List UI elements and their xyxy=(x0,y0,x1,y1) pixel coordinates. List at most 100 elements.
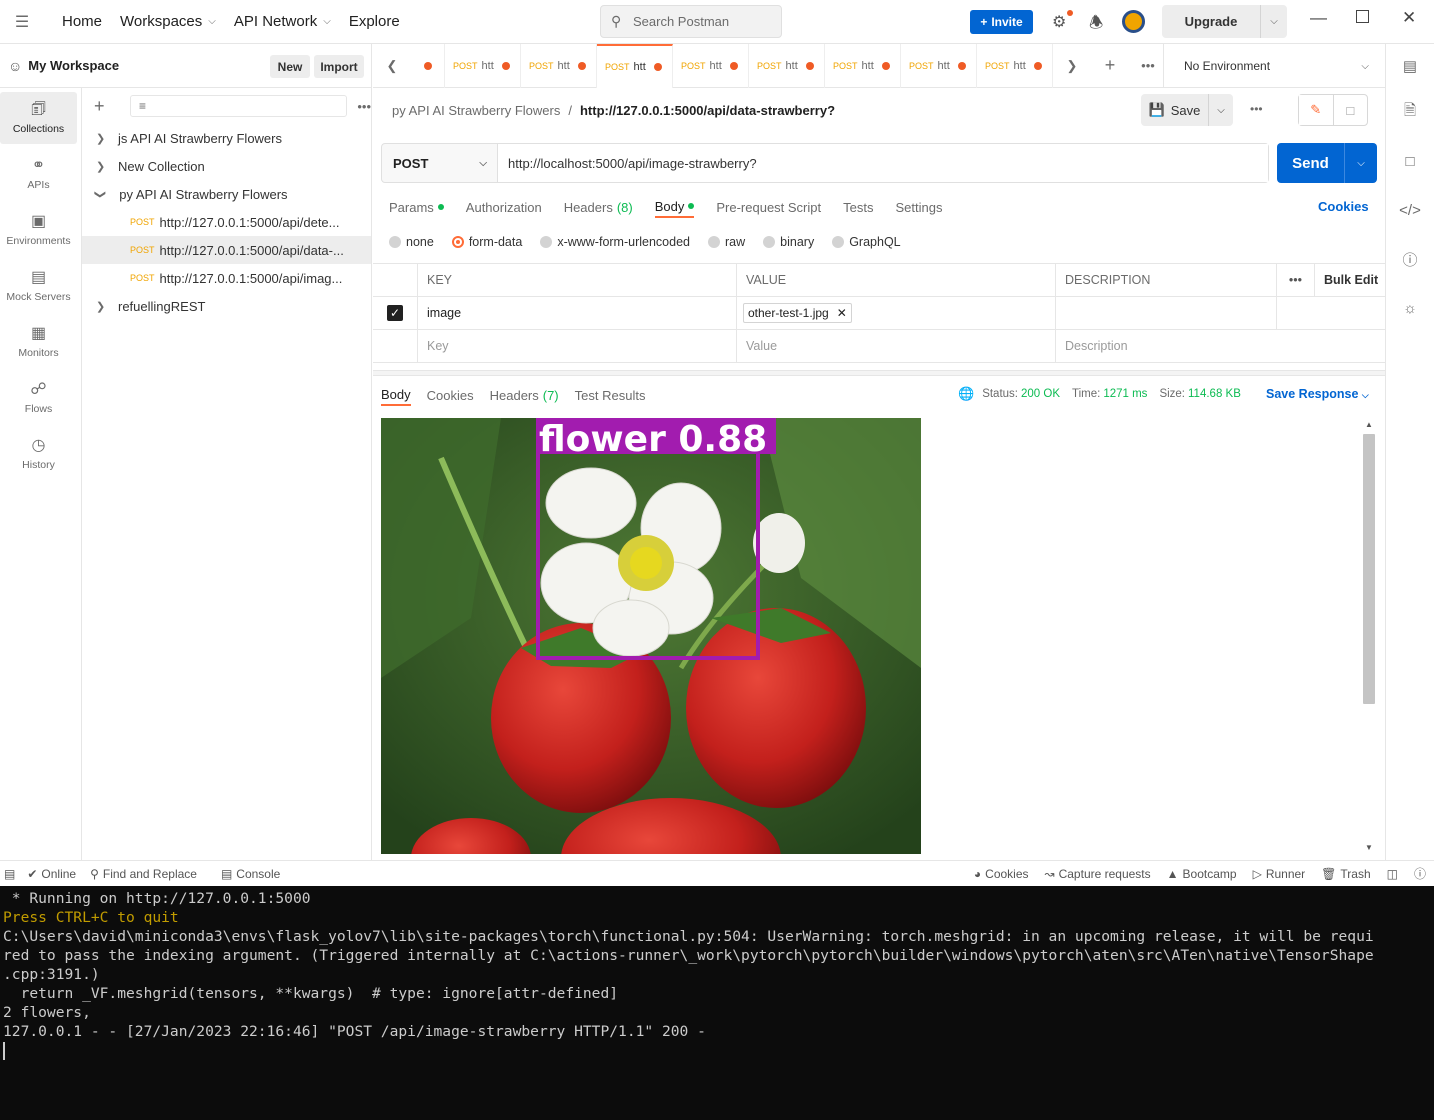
lightbulb-icon[interactable]: ☼ xyxy=(1386,284,1434,333)
request-item[interactable]: POST http://127.0.0.1:5000/api/dete... xyxy=(82,208,371,236)
radio-none[interactable]: none xyxy=(389,235,434,249)
code-icon[interactable]: </> xyxy=(1386,186,1434,235)
layout-icon[interactable]: ◫ xyxy=(1387,867,1398,881)
breadcrumb-request[interactable]: http://127.0.0.1:5000/api/data-strawberr… xyxy=(580,103,835,118)
url-input[interactable]: http://localhost:5000/api/image-strawber… xyxy=(498,144,1268,182)
pane-divider[interactable] xyxy=(373,370,1385,376)
sidebar-item-history[interactable]: ◷ History xyxy=(0,428,77,480)
cookies-link[interactable]: Cookies xyxy=(1318,199,1369,214)
sidebar-item-flows[interactable]: ☍ Flows xyxy=(0,372,77,424)
chevron-left-icon[interactable]: ❮ xyxy=(373,58,411,74)
chevron-right-icon[interactable]: ❯ xyxy=(1053,58,1091,74)
collection-item[interactable]: ❯ refuellingREST xyxy=(82,292,371,320)
tab-headers[interactable]: Headers (8) xyxy=(564,196,633,218)
workspace-name[interactable]: My Workspace xyxy=(28,58,119,73)
documentation-icon[interactable]: 🗎 xyxy=(1386,88,1434,137)
request-tab[interactable]: POST htt xyxy=(825,43,901,88)
collection-item[interactable]: ❯ js API AI Strawberry Flowers xyxy=(82,124,371,152)
avatar[interactable] xyxy=(1122,10,1145,33)
close-icon[interactable]: ✕ xyxy=(837,306,847,320)
response-tab-headers[interactable]: Headers (7) xyxy=(490,384,559,406)
filter-input[interactable]: ≡ xyxy=(129,95,348,117)
response-tab-cookies[interactable]: Cookies xyxy=(427,384,474,406)
capture-requests-button[interactable]: ↝ Capture requests xyxy=(1045,867,1151,881)
find-replace-button[interactable]: ⚲ Find and Replace xyxy=(90,867,197,881)
environment-quick-look-icon[interactable]: ▤ xyxy=(1386,44,1434,88)
request-item[interactable]: POST http://127.0.0.1:5000/api/imag... xyxy=(82,264,371,292)
help-icon[interactable]: ⓘ xyxy=(1414,865,1426,882)
scroll-down-icon[interactable]: ▼ xyxy=(1365,843,1373,852)
chevron-down-icon[interactable]: ⌵ xyxy=(1261,16,1287,27)
save-response-button[interactable]: Save Response ⌵ xyxy=(1266,387,1369,401)
request-tab[interactable]: POST htt xyxy=(977,43,1053,88)
console-button[interactable]: ▤ Console xyxy=(221,867,280,881)
tab-params[interactable]: Params xyxy=(389,196,444,218)
breadcrumb-collection[interactable]: py API AI Strawberry Flowers xyxy=(392,103,560,118)
more-icon[interactable]: ••• xyxy=(1250,102,1263,116)
maximize-icon[interactable] xyxy=(1356,10,1369,23)
runner-button[interactable]: ▷ Runner xyxy=(1253,867,1306,881)
bulk-edit-button[interactable]: Bulk Edit xyxy=(1315,264,1385,296)
edit-icon[interactable]: ✎ xyxy=(1299,95,1334,125)
upgrade-button[interactable]: Upgrade ⌵ xyxy=(1162,5,1287,38)
value-input[interactable]: Value xyxy=(737,330,1056,362)
terminal-window[interactable]: * Running on http://127.0.0.1:5000 Press … xyxy=(0,886,1434,1120)
request-tab[interactable]: POST htt xyxy=(445,43,521,88)
scroll-up-icon[interactable]: ▲ xyxy=(1365,420,1373,429)
new-button[interactable]: New xyxy=(270,55,310,78)
search-input[interactable]: ⚲ Search Postman xyxy=(600,5,782,38)
nav-home[interactable]: Home xyxy=(62,13,102,30)
nav-api-network[interactable]: API Network ⌵ xyxy=(234,13,331,30)
environment-select[interactable]: No Environment ⌵ xyxy=(1163,44,1385,88)
import-button[interactable]: Import xyxy=(314,55,364,78)
scrollbar-thumb[interactable] xyxy=(1363,434,1375,704)
description-input[interactable] xyxy=(1056,297,1277,329)
chevron-down-icon[interactable]: ⌵ xyxy=(1209,105,1233,116)
add-icon[interactable]: + xyxy=(94,96,118,117)
radio-graphql[interactable]: GraphQL xyxy=(832,235,901,249)
chevron-down-icon[interactable]: ⌵ xyxy=(1345,143,1377,183)
radio-binary[interactable]: binary xyxy=(763,235,814,249)
bell-icon[interactable]: 🕭 xyxy=(1089,12,1103,39)
trash-button[interactable]: 🗑 Trash xyxy=(1321,867,1370,881)
cookies-button[interactable]: ◕ Cookies xyxy=(974,867,1029,881)
nav-workspaces[interactable]: Workspaces ⌵ xyxy=(120,13,216,30)
request-tab-active[interactable]: POST htt xyxy=(597,43,673,88)
request-tab[interactable]: POST htt xyxy=(673,43,749,88)
tab-body[interactable]: Body xyxy=(654,196,695,218)
sidebar-toggle-icon[interactable]: ▤ xyxy=(4,867,15,881)
more-icon[interactable]: ••• xyxy=(357,99,371,114)
description-input[interactable]: Description xyxy=(1056,330,1385,362)
more-icon[interactable]: ••• xyxy=(1277,264,1315,296)
save-button[interactable]: 💾 Save ⌵ xyxy=(1141,94,1233,126)
close-icon[interactable]: ✕ xyxy=(1402,8,1416,28)
sidebar-item-collections[interactable]: 🗊 Collections xyxy=(0,92,77,144)
globe-icon[interactable]: 🌐 xyxy=(958,386,974,402)
more-tabs-icon[interactable]: ••• xyxy=(1129,58,1167,73)
radio-x-www-form-urlencoded[interactable]: x-www-form-urlencoded xyxy=(540,235,690,249)
collection-item[interactable]: ❯ New Collection xyxy=(82,152,371,180)
invite-button[interactable]: + Invite xyxy=(970,10,1033,34)
tab-pre-request-script[interactable]: Pre-request Script xyxy=(716,196,821,218)
comment-icon[interactable]: □ xyxy=(1334,95,1368,125)
comments-icon[interactable]: □ xyxy=(1386,137,1434,186)
bootcamp-button[interactable]: ▲ Bootcamp xyxy=(1167,867,1237,881)
response-tab-body[interactable]: Body xyxy=(381,384,411,406)
request-tab[interactable]: POST htt xyxy=(749,43,825,88)
collection-item[interactable]: ❯ py API AI Strawberry Flowers xyxy=(82,180,371,208)
send-button[interactable]: Send ⌵ xyxy=(1277,143,1377,183)
info-icon[interactable]: ⓘ xyxy=(1386,235,1434,284)
scrollbar[interactable]: ▲ ▼ xyxy=(1361,418,1377,854)
request-tab[interactable]: POST htt xyxy=(521,43,597,88)
tab-tests[interactable]: Tests xyxy=(843,196,873,218)
request-tab[interactable] xyxy=(411,43,445,88)
add-tab-icon[interactable]: + xyxy=(1091,55,1129,76)
key-input[interactable]: Key xyxy=(418,330,737,362)
tab-authorization[interactable]: Authorization xyxy=(466,196,542,218)
minimize-icon[interactable]: — xyxy=(1310,8,1327,28)
file-chip[interactable]: other-test-1.jpg ✕ xyxy=(743,303,852,323)
response-tab-test-results[interactable]: Test Results xyxy=(575,384,646,406)
radio-raw[interactable]: raw xyxy=(708,235,745,249)
request-item[interactable]: POST http://127.0.0.1:5000/api/data-... xyxy=(82,236,371,264)
tab-settings[interactable]: Settings xyxy=(895,196,942,218)
